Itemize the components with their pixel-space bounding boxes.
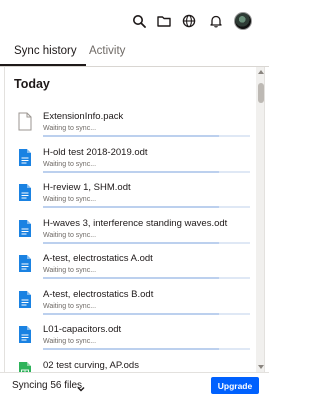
- file-row[interactable]: A-test, electrostatics B.odt Waiting to s…: [14, 289, 250, 319]
- document-file-icon: [18, 183, 32, 202]
- sync-progress-bar: [43, 135, 250, 137]
- sync-progress-fill: [43, 312, 219, 315]
- file-name[interactable]: H-waves 3, interference standing waves.o…: [43, 218, 227, 229]
- file-sync-status: Waiting to sync...: [43, 196, 97, 203]
- file-name[interactable]: ExtensionInfo.pack: [43, 111, 123, 122]
- document-file-icon: [18, 148, 32, 167]
- top-toolbar: [0, 0, 269, 42]
- file-row[interactable]: A-test, electrostatics A.odt Waiting to s…: [14, 253, 250, 283]
- spreadsheet-file-icon: [18, 361, 32, 372]
- sync-progress-bar: [43, 206, 250, 208]
- file-row[interactable]: ExtensionInfo.pack Waiting to sync...: [14, 111, 250, 141]
- file-row[interactable]: 02 test curving, AP.odsWaiting to sync..…: [14, 360, 250, 372]
- sync-progress-bar: [43, 170, 250, 173]
- sync-history-panel: Today ExtensionInfo.pack Waiting to sync.…: [4, 67, 265, 372]
- folder-icon[interactable]: [157, 14, 171, 28]
- document-file-icon: [18, 290, 32, 309]
- avatar[interactable]: [234, 12, 252, 30]
- footer-bar: Syncing 56 files Upgrade: [0, 372, 269, 400]
- sync-progress-bar: [43, 241, 250, 244]
- sync-progress-fill: [43, 277, 219, 279]
- file-row[interactable]: H-waves 3, interference standing waves.o…: [14, 218, 250, 248]
- file-sync-status: Waiting to sync...: [43, 160, 97, 168]
- upgrade-button[interactable]: Upgrade: [211, 377, 259, 394]
- globe-icon[interactable]: [182, 14, 196, 28]
- sync-status-dropdown[interactable]: Syncing 56 files: [12, 380, 82, 392]
- sync-progress-bar: [43, 277, 250, 279]
- document-file-icon: [18, 254, 32, 273]
- file-row[interactable]: H-old test 2018-2019.odt Waiting to sync.…: [14, 147, 250, 177]
- sync-progress-bar: [43, 312, 250, 315]
- file-name[interactable]: H-old test 2018-2019.odt: [43, 147, 148, 158]
- scroll-up-arrow-icon[interactable]: [258, 70, 264, 74]
- tab-activity[interactable]: Activity: [89, 44, 125, 58]
- file-sync-status: Waiting to sync...: [43, 338, 97, 345]
- sync-progress-fill: [43, 348, 219, 350]
- section-title-today: Today: [14, 77, 50, 91]
- document-file-icon: [18, 219, 32, 238]
- tab-bar: Sync history Activity: [0, 42, 269, 66]
- file-name[interactable]: A-test, electrostatics B.odt: [43, 289, 153, 300]
- file-name[interactable]: 02 test curving, AP.ods: [43, 360, 139, 371]
- tab-sync-history[interactable]: Sync history: [14, 44, 77, 58]
- file-name[interactable]: A-test, electrostatics A.odt: [43, 253, 153, 264]
- file-name[interactable]: H-review 1, SHM.odt: [43, 182, 131, 193]
- file-sync-status: Waiting to sync...: [43, 302, 97, 310]
- file-sync-status: Waiting to sync...: [43, 125, 97, 132]
- chevron-down-icon[interactable]: [76, 381, 86, 392]
- file-sync-status: Waiting to sync...: [43, 267, 97, 274]
- file-sync-status: Waiting to sync...: [43, 231, 97, 239]
- search-icon[interactable]: [132, 14, 146, 28]
- scroll-down-arrow-icon[interactable]: [258, 365, 264, 369]
- file-icon: [18, 112, 32, 131]
- sync-progress-fill: [43, 206, 219, 208]
- bell-icon[interactable]: [209, 14, 223, 28]
- sync-progress-fill: [43, 241, 219, 244]
- sync-progress-fill: [43, 170, 219, 173]
- scrollbar-thumb[interactable]: [258, 83, 264, 103]
- file-name[interactable]: L01-capacitors.odt: [43, 324, 121, 335]
- document-file-icon: [18, 325, 32, 344]
- file-row[interactable]: H-review 1, SHM.odt Waiting to sync...: [14, 182, 250, 212]
- sync-progress-bar: [43, 348, 250, 350]
- sync-progress-fill: [43, 135, 219, 137]
- scrollbar[interactable]: [256, 67, 264, 372]
- file-row[interactable]: L01-capacitors.odt Waiting to sync...: [14, 324, 250, 354]
